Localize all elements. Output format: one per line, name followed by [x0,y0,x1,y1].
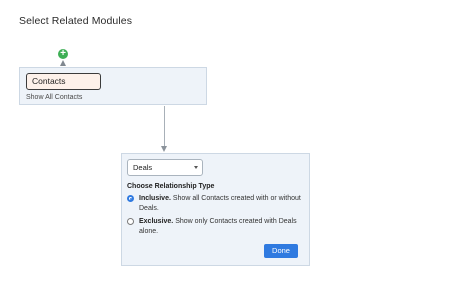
inclusive-option-text: Inclusive. Show all Contacts created wit… [139,194,304,214]
page: Select Related Modules + Contacts Show A… [0,0,474,306]
exclusive-radio[interactable] [127,218,134,225]
exclusive-option-title: Exclusive. [139,218,174,225]
related-module-select[interactable]: Deals [127,159,203,176]
chevron-down-icon [194,166,198,169]
relationship-type-heading: Choose Relationship Type [127,183,215,190]
page-title: Select Related Modules [19,15,133,27]
done-button[interactable]: Done [264,244,298,258]
inclusive-radio[interactable] [127,195,134,202]
connector-line [164,106,165,147]
arrow-down-icon [161,146,167,152]
exclusive-option-text: Exclusive. Show only Contacts created wi… [139,217,304,237]
inclusive-option-title: Inclusive. [139,195,171,202]
primary-module-chip[interactable]: Contacts [26,73,101,90]
plus-circle-icon[interactable]: + [58,49,68,59]
relationship-panel: Deals Choose Relationship Type Inclusive… [121,153,310,266]
primary-module-card: Contacts Show All Contacts [19,67,207,105]
related-module-select-value: Deals [133,163,153,172]
caret-up-icon [60,60,66,66]
primary-module-subtext: Show All Contacts [26,94,83,101]
